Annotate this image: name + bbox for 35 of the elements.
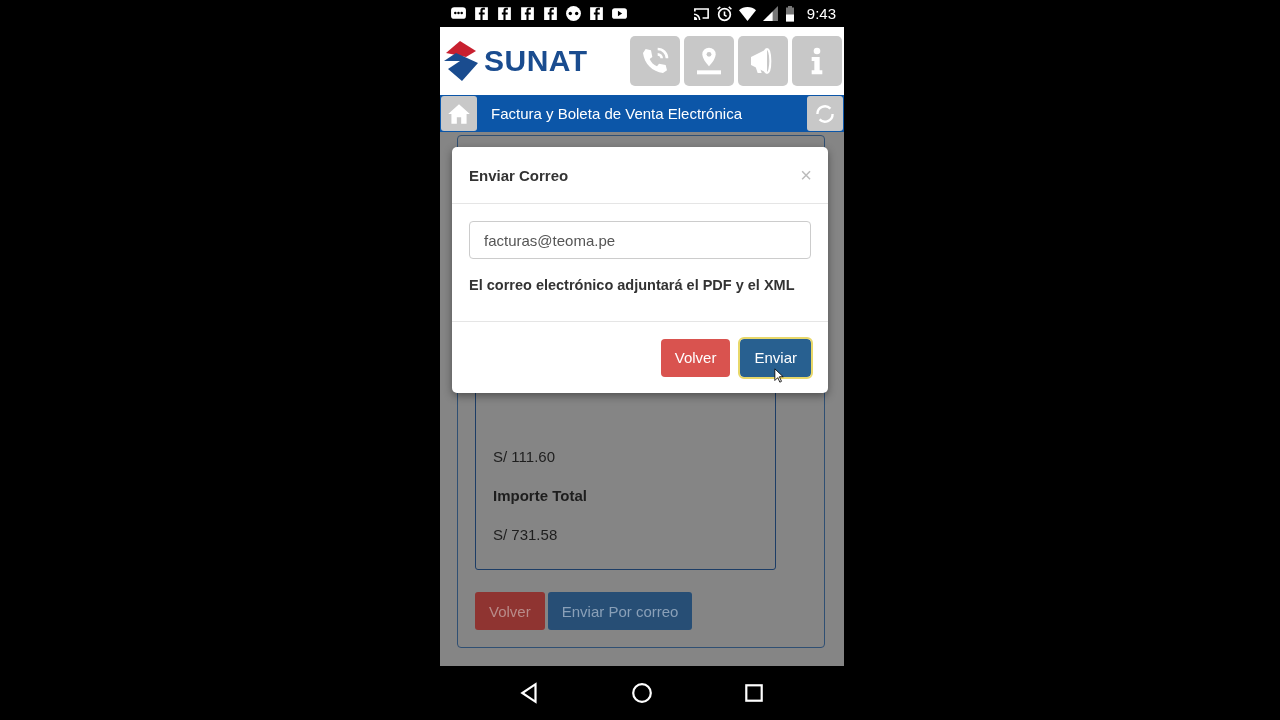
notification-icon <box>519 5 536 22</box>
home-button[interactable] <box>441 96 477 131</box>
notification-icon <box>542 5 559 22</box>
info-button[interactable] <box>792 36 842 86</box>
signal-icon <box>761 5 779 22</box>
amount-value: S/ 111.60 <box>493 448 556 465</box>
send-email-button[interactable]: Enviar Por correo <box>547 592 693 630</box>
back-button[interactable]: Volver <box>475 592 545 630</box>
mouse-pointer-icon <box>774 368 784 383</box>
notification-icon <box>565 5 582 22</box>
logo: SUNAT <box>442 39 588 83</box>
page-title: Factura y Boleta de Venta Electrónica <box>491 105 742 122</box>
announcement-button[interactable] <box>738 36 788 86</box>
email-field[interactable]: facturas@teoma.pe <box>469 221 811 259</box>
recent-apps-icon[interactable] <box>743 682 765 704</box>
dialog-title: Enviar Correo <box>469 166 569 184</box>
home-circle-icon[interactable] <box>631 682 653 704</box>
play-icon <box>611 5 628 22</box>
wifi-icon <box>738 5 756 22</box>
cast-icon <box>692 5 710 22</box>
phone-button[interactable] <box>630 36 680 86</box>
refresh-button[interactable] <box>807 96 843 131</box>
alarm-icon <box>715 5 733 22</box>
chat-icon <box>450 5 467 22</box>
location-button[interactable] <box>684 36 734 86</box>
attachment-note: El correo electrónico adjuntará el PDF y el XML <box>469 277 796 293</box>
notification-icon <box>473 5 490 22</box>
notification-icon <box>496 5 513 22</box>
clock-time: 9:43 <box>806 5 836 22</box>
notification-icon <box>588 5 605 22</box>
amount-value: S/ 731.58 <box>493 526 559 543</box>
back-button[interactable]: Volver <box>660 338 731 377</box>
battery-icon <box>784 5 795 22</box>
send-button[interactable]: Enviar <box>740 338 811 377</box>
total-label: Importe Total <box>493 487 588 504</box>
